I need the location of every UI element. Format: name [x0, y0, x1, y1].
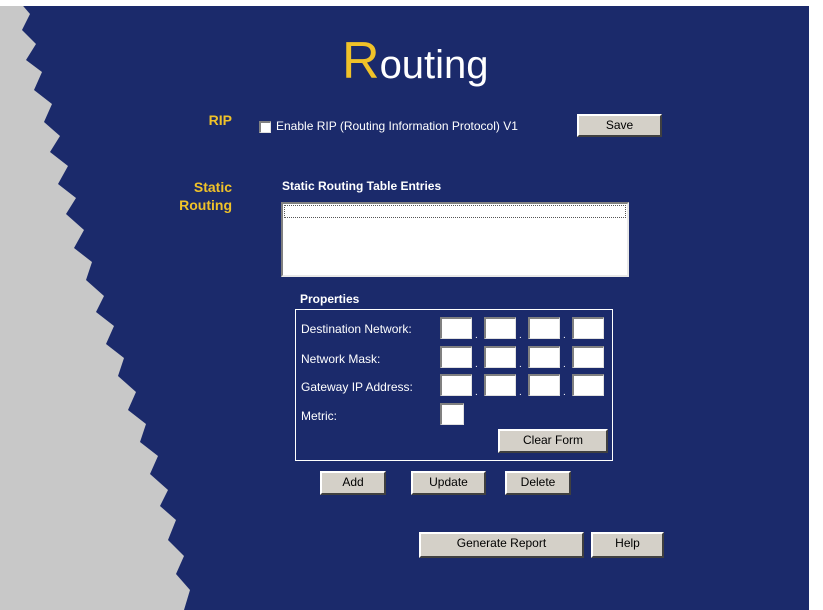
- static-label-line2: Routing: [179, 197, 232, 213]
- properties-heading: Properties: [300, 292, 360, 306]
- gateway-octet-4[interactable]: [572, 374, 604, 396]
- metric-label: Metric:: [301, 409, 337, 423]
- background-torn-edge: [0, 0, 823, 610]
- rip-section-label: RIP: [208, 112, 232, 128]
- destination-octet-2[interactable]: [484, 317, 516, 339]
- router-config-page: Routing RIP Enable RIP (Routing Informat…: [0, 0, 823, 610]
- static-routing-table-listbox[interactable]: [281, 202, 629, 277]
- save-button[interactable]: Save: [577, 114, 662, 137]
- title-first-letter: R: [342, 32, 380, 90]
- gateway-octet-2[interactable]: [484, 374, 516, 396]
- generate-report-button[interactable]: Generate Report: [419, 532, 584, 558]
- destination-octet-1[interactable]: [440, 317, 472, 339]
- gateway-octet-1[interactable]: [440, 374, 472, 396]
- metric-input[interactable]: [440, 403, 464, 425]
- gateway-octet-3[interactable]: [528, 374, 560, 396]
- page-title: Routing: [342, 35, 489, 90]
- delete-button[interactable]: Delete: [505, 471, 571, 495]
- destination-network-label: Destination Network:: [301, 322, 412, 336]
- clear-form-button[interactable]: Clear Form: [498, 429, 608, 453]
- mask-octet-3[interactable]: [528, 346, 560, 368]
- network-mask-label: Network Mask:: [301, 352, 381, 366]
- mask-octet-1[interactable]: [440, 346, 472, 368]
- add-button[interactable]: Add: [320, 471, 386, 495]
- title-rest: outing: [379, 43, 489, 87]
- destination-octet-3[interactable]: [528, 317, 560, 339]
- help-button[interactable]: Help: [591, 532, 664, 558]
- enable-rip-label: Enable RIP (Routing Information Protocol…: [276, 119, 518, 133]
- enable-rip-checkbox[interactable]: [259, 121, 271, 133]
- listbox-focus-row: [284, 205, 626, 218]
- static-routing-table-heading: Static Routing Table Entries: [282, 179, 442, 193]
- mask-octet-4[interactable]: [572, 346, 604, 368]
- static-label-line1: Static: [193, 179, 232, 195]
- update-button[interactable]: Update: [411, 471, 486, 495]
- destination-octet-4[interactable]: [572, 317, 604, 339]
- gateway-ip-label: Gateway IP Address:: [301, 380, 413, 394]
- mask-octet-2[interactable]: [484, 346, 516, 368]
- static-routing-section-label: Static Routing: [160, 178, 232, 214]
